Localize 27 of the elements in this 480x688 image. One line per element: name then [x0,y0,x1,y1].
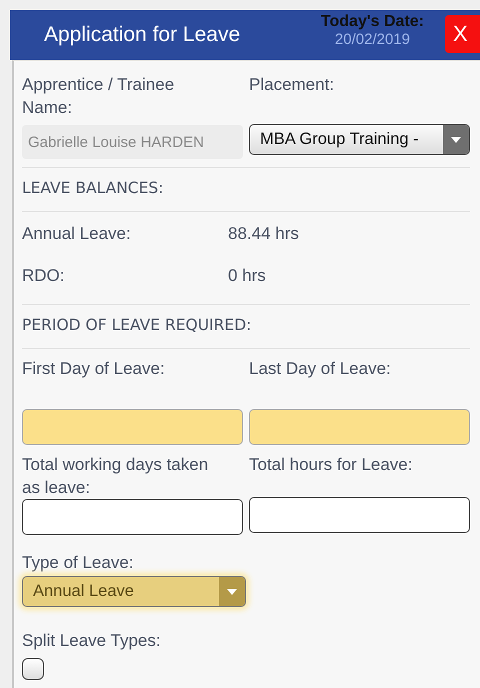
field-label: Placement: [249,74,334,96]
field-label: Total working days taken as leave: [22,454,210,499]
input-field[interactable] [249,409,470,445]
section-heading: PERIOD OF LEAVE REQUIRED: [22,316,252,334]
field-label: Last Day of Leave: [249,358,391,380]
window-title: Application for Leave [44,23,240,47]
field-label: Total hours for Leave: [249,454,412,476]
close-button[interactable]: X [445,15,480,53]
balance-value: 88.44 hrs [228,223,300,245]
input-field[interactable] [22,409,243,445]
section-heading: LEAVE BALANCES: [22,179,164,197]
field-label: Type of Leave: [22,552,134,574]
date-label: Today's Date: [320,13,424,31]
input-field[interactable] [22,499,243,535]
checkbox[interactable] [22,658,44,680]
field-label: First Day of Leave: [22,358,165,380]
balance-label: Annual Leave: [22,223,132,245]
placement-select[interactable]: MBA Group Training - [249,124,470,155]
field-label: Apprentice / Trainee Name: [22,74,176,119]
date-value: 20/02/2019 [334,31,410,48]
balance-label: RDO: [22,265,66,287]
input-field[interactable] [249,497,470,533]
leave-type-select[interactable]: Annual Leave [22,576,246,607]
balance-value: 0 hrs [228,265,267,287]
caret-icon [443,125,469,154]
field-label: Split Leave Types: [22,630,161,652]
caret-icon [219,577,245,606]
